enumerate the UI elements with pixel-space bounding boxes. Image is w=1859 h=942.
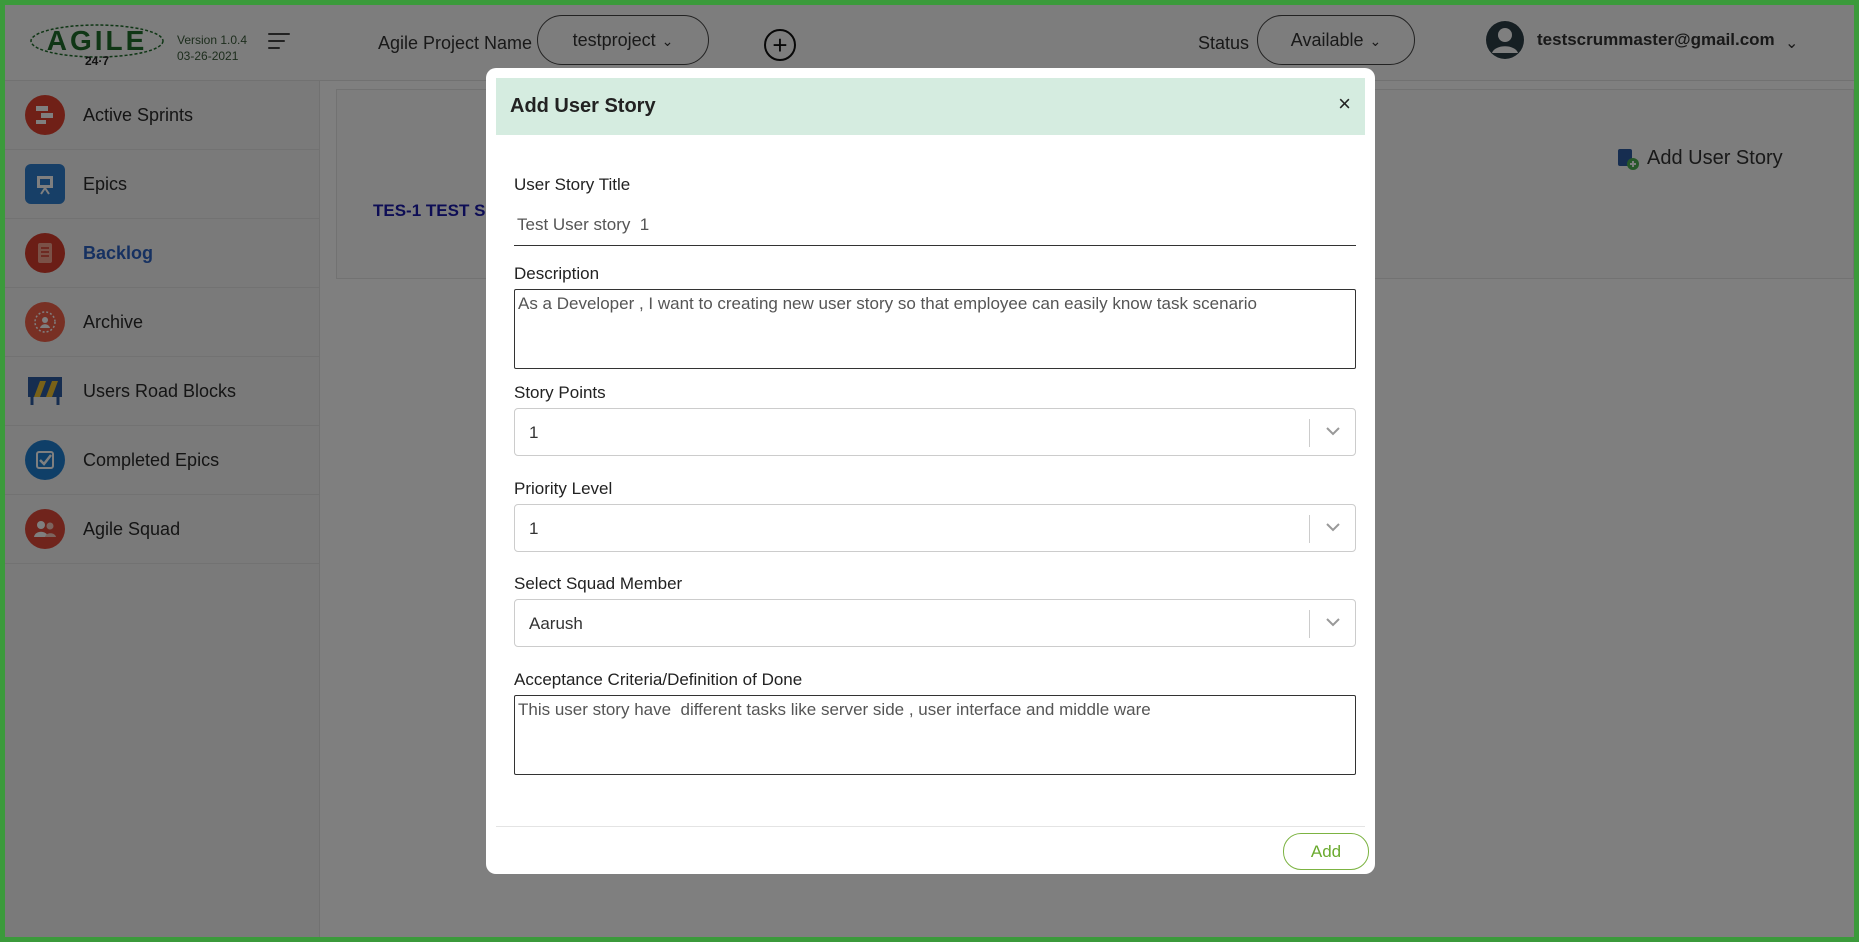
story-points-select[interactable]: 1 xyxy=(514,408,1356,456)
chevron-down-icon xyxy=(1326,427,1340,436)
chevron-down-icon xyxy=(1326,618,1340,627)
squad-member-label: Select Squad Member xyxy=(514,574,683,593)
priority-level-select[interactable]: 1 xyxy=(514,504,1356,552)
select-separator xyxy=(1309,419,1310,447)
squad-member-select[interactable]: Aarush xyxy=(514,599,1356,647)
modal-header: Add User Story × xyxy=(496,78,1365,135)
modal-footer-divider xyxy=(496,826,1365,827)
select-separator xyxy=(1309,610,1310,638)
app-window: AGILE 24·7 Version 1.0.4 03-26-2021 Agil… xyxy=(5,5,1854,937)
add-user-story-modal: Add User Story × User Story Title Descri… xyxy=(486,68,1375,874)
add-button[interactable]: Add xyxy=(1283,833,1369,870)
acceptance-criteria-label: Acceptance Criteria/Definition of Done xyxy=(514,670,803,689)
close-icon[interactable]: × xyxy=(1338,93,1351,115)
description-textarea[interactable]: As a Developer , I want to creating new … xyxy=(514,289,1356,369)
priority-level-value: 1 xyxy=(529,519,539,538)
story-points-label: Story Points xyxy=(514,383,606,402)
select-separator xyxy=(1309,515,1310,543)
modal-title: Add User Story xyxy=(510,95,656,117)
squad-member-value: Aarush xyxy=(529,614,583,633)
chevron-down-icon xyxy=(1326,523,1340,532)
acceptance-criteria-textarea[interactable]: This user story have different tasks lik… xyxy=(514,695,1356,775)
story-points-value: 1 xyxy=(529,423,539,442)
story-title-input[interactable] xyxy=(514,205,1356,246)
description-label: Description xyxy=(514,264,600,283)
story-title-label: User Story Title xyxy=(514,175,631,194)
priority-level-label: Priority Level xyxy=(514,479,613,498)
